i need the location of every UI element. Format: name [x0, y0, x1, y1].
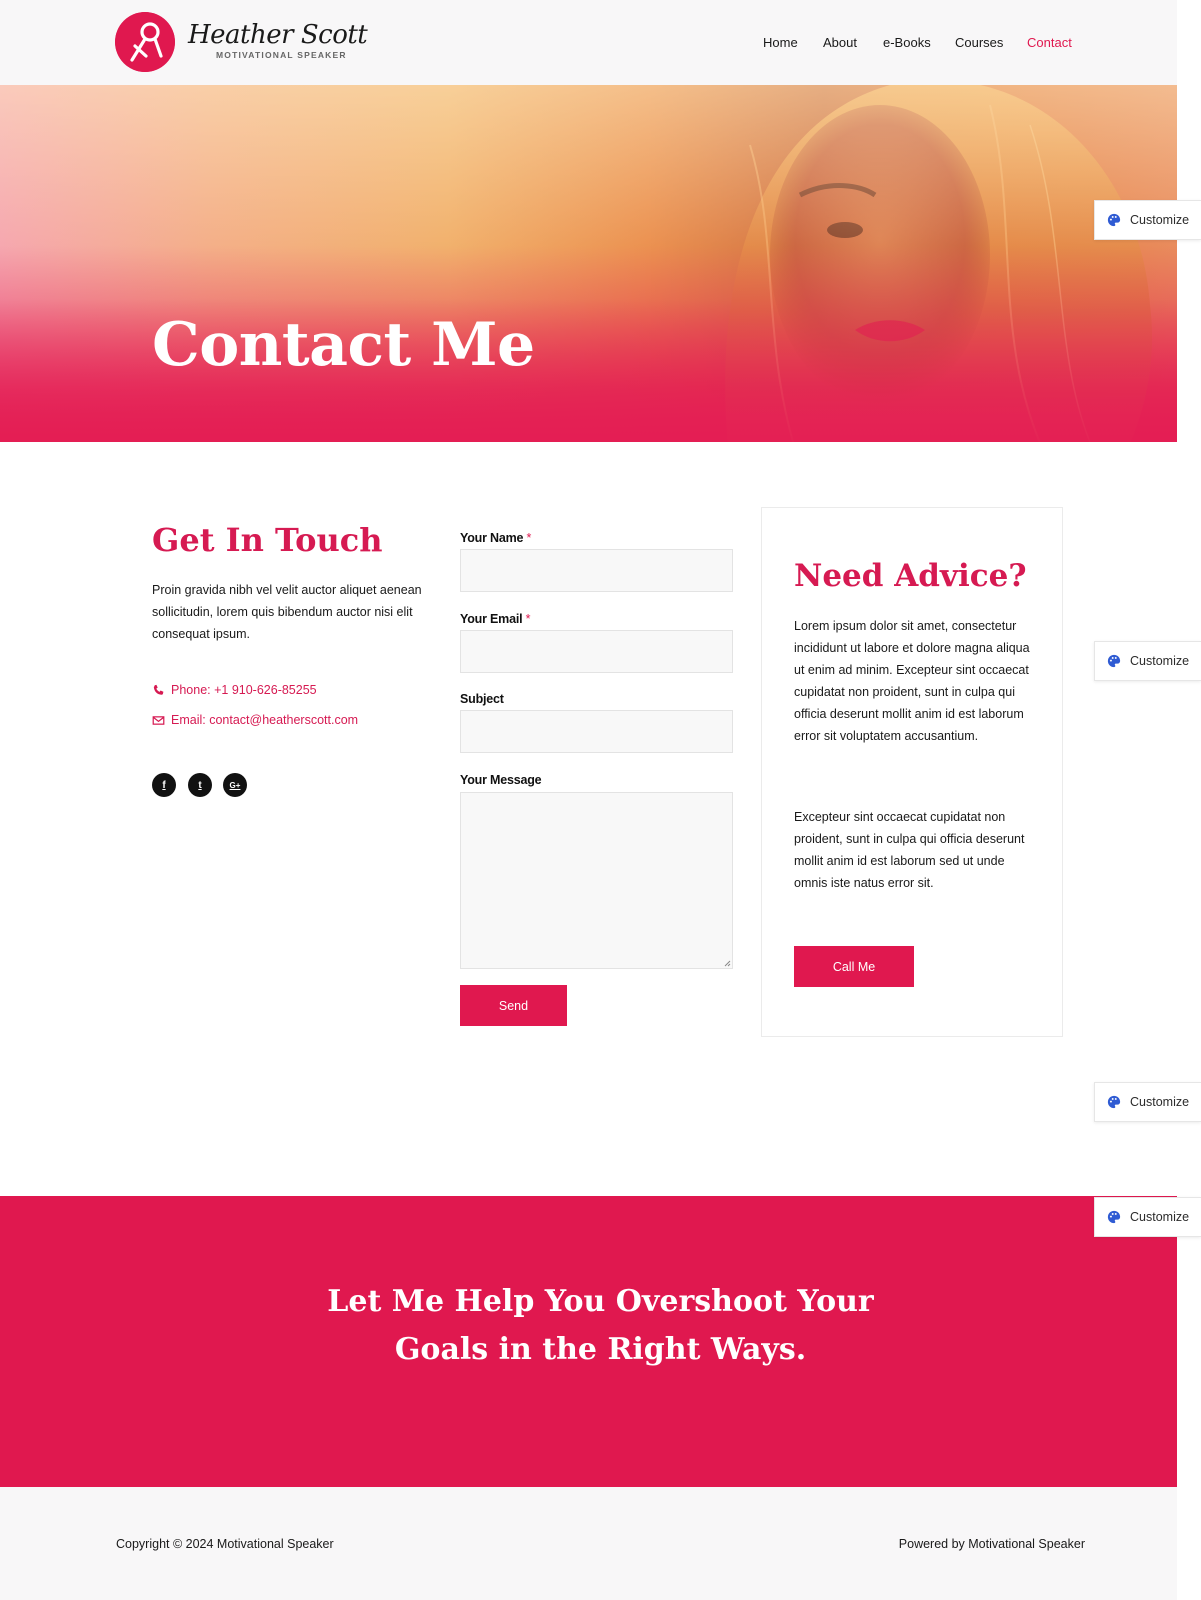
- banner-line: Let Me Help You Overshoot Your: [327, 1284, 874, 1319]
- nav-item-about[interactable]: About: [823, 35, 857, 50]
- customize-button[interactable]: Customize: [1094, 641, 1201, 681]
- powered-by-text: Powered by Motivational Speaker: [898, 1537, 1085, 1551]
- palette-icon: [1107, 213, 1121, 227]
- name-label-text: Your Name: [460, 531, 524, 545]
- twitter-icon[interactable]: t: [188, 773, 212, 797]
- customize-label: Customize: [1130, 1095, 1190, 1109]
- main-nav: Home About e-Books Courses Contact: [0, 35, 1177, 55]
- email-text: Email: contact@heatherscott.com: [171, 713, 359, 727]
- customize-button[interactable]: Customize: [1094, 1197, 1201, 1237]
- page-title: Contact Me: [152, 310, 535, 380]
- message-textarea[interactable]: [460, 792, 733, 969]
- advice-paragraph: Excepteur sint occaecat cupidatat non pr…: [794, 810, 1025, 890]
- message-label: Your Message: [460, 773, 542, 787]
- get-in-touch-text: Proin gravida nibh vel velit auctor aliq…: [152, 583, 422, 641]
- google-plus-icon[interactable]: G+: [223, 773, 247, 797]
- customize-label: Customize: [1130, 1210, 1190, 1224]
- advice-heading: Need Advice?: [794, 558, 1027, 594]
- phone-icon: [153, 684, 164, 695]
- hero-banner: Contact Me: [0, 85, 1177, 442]
- subject-input[interactable]: [460, 710, 733, 753]
- palette-icon: [1107, 1095, 1121, 1109]
- call-me-button[interactable]: Call Me: [794, 946, 914, 987]
- customize-button[interactable]: Customize: [1094, 1082, 1201, 1122]
- nav-item-courses[interactable]: Courses: [955, 35, 1003, 50]
- email-label-text: Your Email: [460, 612, 523, 626]
- email-line[interactable]: Email: contact@heatherscott.com: [152, 713, 358, 727]
- hero-overlay: [0, 85, 1177, 442]
- customize-button[interactable]: Customize: [1094, 200, 1201, 240]
- nav-item-home[interactable]: Home: [763, 35, 798, 50]
- name-input[interactable]: [460, 549, 733, 592]
- copyright-text: Copyright © 2024 Motivational Speaker: [116, 1537, 334, 1551]
- email-label: Your Email *: [460, 612, 531, 626]
- send-button[interactable]: Send: [460, 985, 567, 1026]
- subject-label: Subject: [460, 692, 504, 706]
- banner-heading: Let Me Help You Overshoot Your Goals in …: [0, 1278, 1201, 1374]
- banner-line: Goals in the Right Ways.: [394, 1332, 807, 1367]
- required-mark: *: [525, 612, 531, 626]
- nav-item-contact[interactable]: Contact: [1027, 35, 1072, 50]
- customize-label: Customize: [1130, 213, 1190, 227]
- phone-text: Phone: +1 910-626-85255: [171, 683, 317, 697]
- required-mark: *: [526, 531, 532, 545]
- phone-line[interactable]: Phone: +1 910-626-85255: [152, 683, 317, 697]
- customize-label: Customize: [1130, 654, 1190, 668]
- palette-icon: [1107, 654, 1121, 668]
- facebook-icon[interactable]: f: [152, 773, 176, 797]
- envelope-icon: [152, 715, 165, 725]
- email-input[interactable]: [460, 630, 733, 673]
- advice-paragraph: Lorem ipsum dolor sit amet, consectetur …: [794, 619, 1030, 743]
- nav-item-ebooks[interactable]: e-Books: [883, 35, 931, 50]
- name-label: Your Name *: [460, 531, 531, 545]
- resize-handle-icon[interactable]: [723, 959, 731, 967]
- get-in-touch-heading: Get In Touch: [152, 521, 383, 559]
- site-header: Heather Scott MOTIVATIONAL SPEAKER Home …: [0, 0, 1177, 85]
- palette-icon: [1107, 1210, 1121, 1224]
